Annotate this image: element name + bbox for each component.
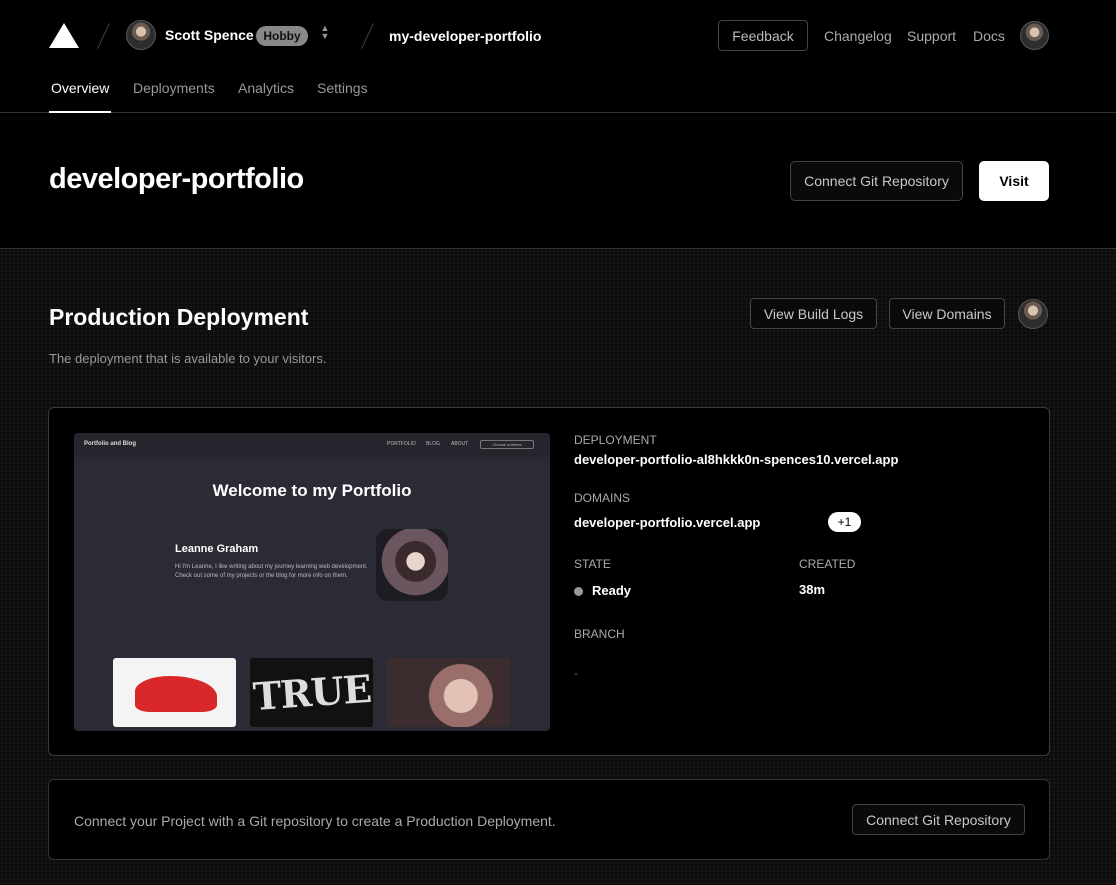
preview-thumbnail-shoe: [113, 658, 236, 727]
git-connect-message: Connect your Project with a Git reposito…: [74, 813, 556, 829]
section-title: Production Deployment: [49, 304, 309, 330]
feedback-button[interactable]: Feedback: [718, 20, 808, 51]
deployment-label: DEPLOYMENT: [574, 433, 657, 447]
state-label: STATE: [574, 557, 611, 571]
user-name[interactable]: Scott Spence: [165, 27, 254, 43]
state-status-icon: [574, 587, 583, 596]
view-build-logs-button[interactable]: View Build Logs: [750, 298, 877, 329]
preview-hero-heading: Welcome to my Portfolio: [212, 481, 412, 500]
tab-deployments[interactable]: Deployments: [133, 80, 215, 96]
preview-navbar: Portfolio and Blog PORTFOLIO BLOG ABOUT …: [74, 433, 550, 457]
view-domains-button[interactable]: View Domains: [889, 298, 1005, 329]
domains-label: DOMAINS: [574, 491, 631, 505]
deployment-preview-screenshot[interactable]: Portfolio and Blog PORTFOLIO BLOG ABOUT …: [74, 433, 550, 731]
domain-link[interactable]: developer-portfolio.vercel.app: [574, 515, 760, 530]
visit-button[interactable]: Visit: [979, 161, 1049, 201]
deployment-url-link[interactable]: developer-portfolio-al8hkkk0n-spences10.…: [574, 452, 898, 467]
production-section: Production Deployment The deployment tha…: [0, 249, 1116, 885]
connect-git-repository-button[interactable]: Connect Git Repository: [790, 161, 963, 201]
deployment-card: Portfolio and Blog PORTFOLIO BLOG ABOUT …: [48, 407, 1050, 756]
branch-label: BRANCH: [574, 627, 625, 641]
preview-author-name: Leanne Graham: [175, 543, 259, 555]
preview-author-bio: Hi I'm Leanne, I like writing about my j…: [175, 564, 368, 579]
deployer-avatar[interactable]: [1018, 299, 1048, 329]
preview-thumbnail-text: TRUE: [251, 665, 372, 720]
tab-overview[interactable]: Overview: [51, 80, 109, 96]
preview-thumbnail-true: TRUE: [250, 658, 373, 727]
preview-nav-blog: BLOG: [426, 441, 440, 447]
state-value: Ready: [592, 583, 632, 598]
branch-value: -: [574, 666, 578, 680]
preview-theme-button: Choose a theme: [480, 440, 534, 449]
tab-settings[interactable]: Settings: [317, 80, 368, 96]
vercel-logo-icon[interactable]: [49, 23, 79, 48]
created-value: 38m: [799, 582, 826, 597]
preview-thumbnail-face: [387, 658, 510, 727]
preview-brand: Portfolio and Blog: [84, 441, 136, 447]
project-breadcrumb[interactable]: my-developer-portfolio: [389, 28, 541, 44]
git-connect-card: Connect your Project with a Git reposito…: [48, 779, 1050, 860]
changelog-link[interactable]: Changelog: [824, 28, 892, 44]
account-avatar[interactable]: [1020, 21, 1049, 50]
section-subtitle: The deployment that is available to your…: [49, 351, 327, 366]
user-avatar[interactable]: [126, 20, 156, 50]
tab-analytics[interactable]: Analytics: [238, 80, 294, 96]
page-title: developer-portfolio: [49, 163, 304, 195]
breadcrumb-separator-icon: [97, 23, 110, 49]
preview-nav-about: ABOUT: [451, 441, 469, 447]
preview-nav-portfolio: PORTFOLIO: [387, 441, 416, 447]
docs-link[interactable]: Docs: [973, 28, 1005, 44]
breadcrumb-separator-icon: [361, 23, 374, 49]
extra-domains-badge[interactable]: +1: [828, 512, 861, 532]
plan-badge: Hobby: [256, 26, 308, 46]
connect-git-repository-button-secondary[interactable]: Connect Git Repository: [852, 804, 1025, 835]
scope-switcher-chevron-icon[interactable]: ▲ ▼: [318, 24, 332, 44]
preview-portrait-image: [376, 529, 448, 601]
project-title-band: developer-portfolio Connect Git Reposito…: [0, 113, 1116, 249]
support-link[interactable]: Support: [907, 28, 956, 44]
created-label: CREATED: [799, 557, 856, 571]
top-header: Scott Spence Hobby ▲ ▼ my-developer-portf…: [0, 0, 1116, 113]
